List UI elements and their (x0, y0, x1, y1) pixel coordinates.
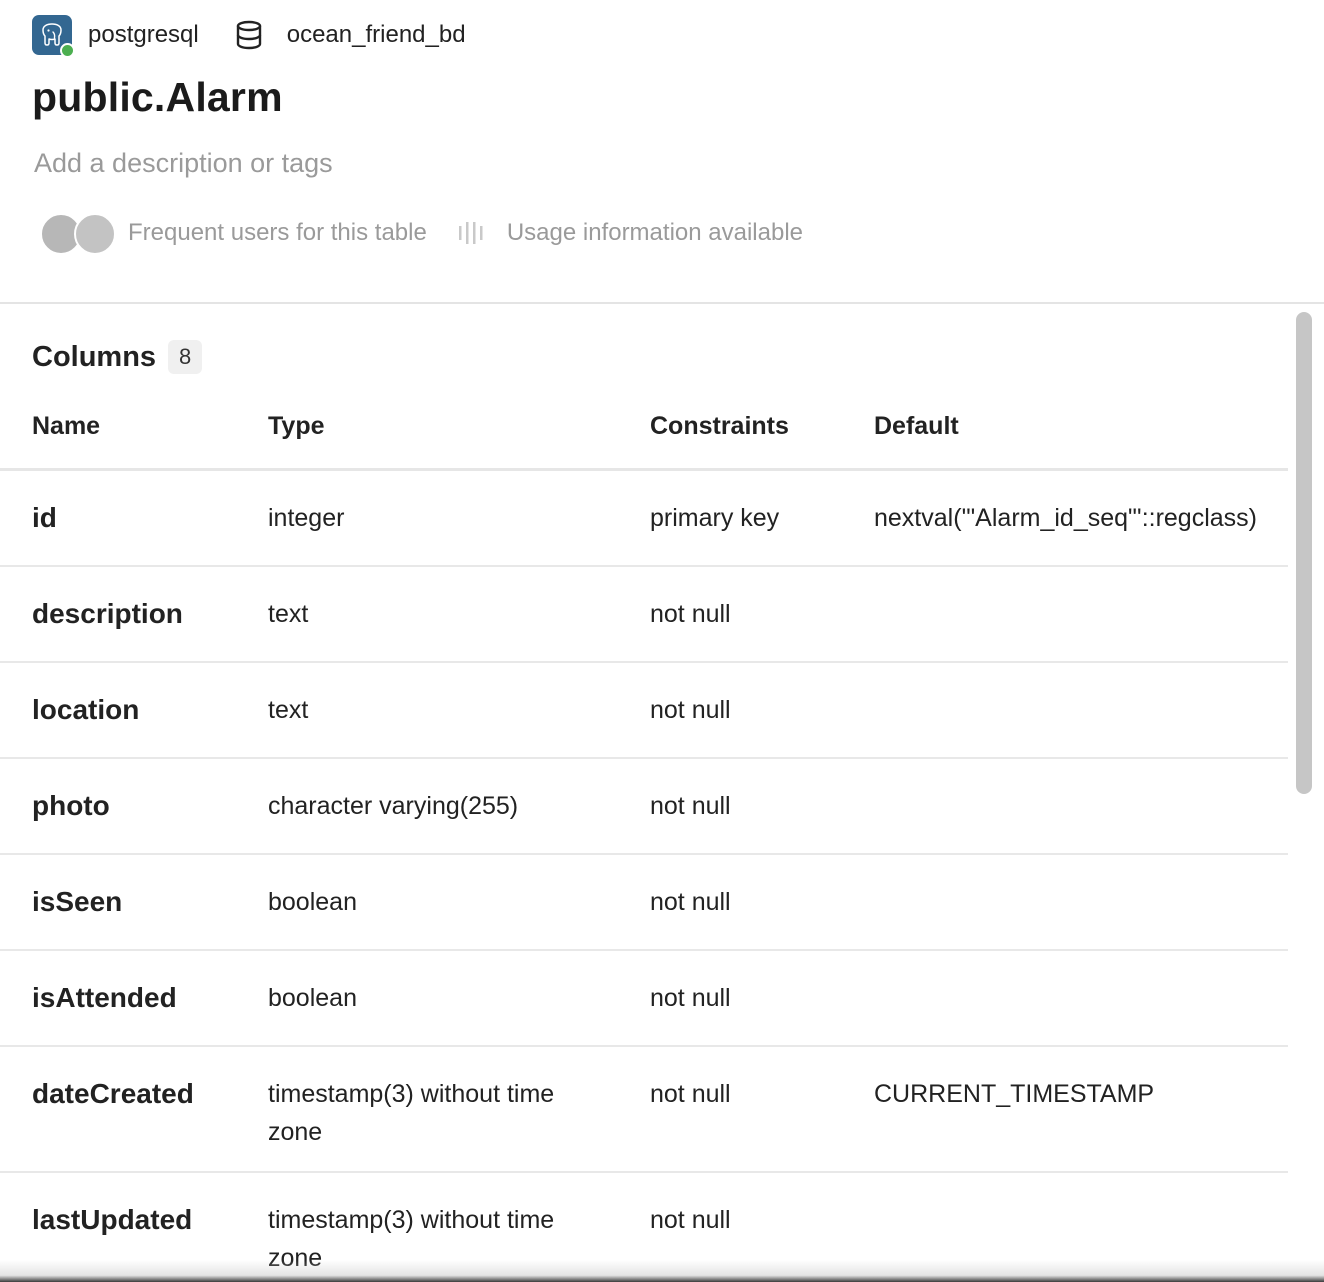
scrollbar[interactable] (1288, 306, 1324, 1282)
column-constraints: primary key (650, 504, 780, 532)
column-type: integer (268, 504, 345, 532)
table-header: Name Type Constraints Default (0, 394, 1288, 471)
database-cylinder-icon (235, 20, 265, 50)
table-row[interactable]: isSeen boolean not null (0, 855, 1288, 951)
table-row[interactable]: description text not null (0, 567, 1288, 663)
header-type[interactable]: Type (268, 412, 598, 441)
column-constraints: not null (650, 1080, 731, 1108)
table-row[interactable]: isAttended boolean not null (0, 951, 1288, 1047)
table-row[interactable]: location text not null (0, 663, 1288, 759)
columns-count-badge: 8 (168, 340, 203, 374)
column-constraints: not null (650, 888, 731, 916)
column-name: description (32, 598, 183, 629)
frequent-users-label[interactable]: Frequent users for this table (128, 219, 427, 247)
scrollbar-thumb[interactable] (1296, 312, 1312, 794)
columns-title: Columns (32, 340, 157, 373)
description-input[interactable]: Add a description or tags (34, 148, 333, 179)
usage-info-label[interactable]: Usage information available (507, 219, 803, 247)
columns-section-header: Columns 8 (32, 340, 203, 374)
postgresql-elephant-icon[interactable] (32, 15, 75, 58)
table-row[interactable]: id integer primary key nextval('"Alarm_i… (0, 471, 1288, 567)
column-name: location (32, 694, 140, 725)
breadcrumb: postgresql ocean_friend_bd (32, 14, 466, 58)
column-type: text (268, 696, 309, 724)
column-name: lastUpdated (32, 1204, 193, 1235)
column-name: isAttended (32, 982, 177, 1013)
columns-table: Name Type Constraints Default id integer… (0, 394, 1288, 1282)
engine-name[interactable]: postgresql (88, 21, 199, 49)
column-constraints: not null (650, 600, 731, 628)
column-type: text (268, 600, 309, 628)
column-type: boolean (268, 888, 357, 916)
column-default: nextval('"Alarm_id_seq"'::regclass) (874, 504, 1257, 532)
header-default[interactable]: Default (874, 412, 959, 441)
column-name: photo (32, 790, 110, 821)
column-constraints: not null (650, 696, 731, 724)
column-name: dateCreated (32, 1078, 194, 1109)
column-default: CURRENT_TIMESTAMP (874, 1080, 1155, 1108)
column-type: character varying(255) (268, 792, 519, 820)
column-name: id (32, 502, 57, 533)
frequent-users-avatars[interactable] (40, 213, 116, 255)
column-constraints: not null (650, 984, 731, 1012)
avatar (74, 213, 116, 255)
column-name: isSeen (32, 886, 123, 917)
column-type: timestamp(3) without time zone (268, 1080, 555, 1146)
bottom-edge-shadow (0, 1260, 1324, 1282)
table-row[interactable]: photo character varying(255) not null (0, 759, 1288, 855)
page-title: public.Alarm (32, 74, 283, 120)
connection-status-dot (60, 43, 75, 58)
header-name[interactable]: Name (32, 412, 100, 441)
database-name[interactable]: ocean_friend_bd (287, 21, 466, 49)
usage-bars-icon (457, 219, 489, 247)
section-divider (0, 302, 1324, 304)
header-constraints[interactable]: Constraints (650, 412, 789, 441)
column-type: boolean (268, 984, 357, 1012)
column-constraints: not null (650, 1206, 731, 1234)
table-row[interactable]: dateCreated timestamp(3) without time zo… (0, 1047, 1288, 1173)
table-details-page: postgresql ocean_friend_bd public.Alarm … (0, 0, 1324, 1282)
table-meta: Frequent users for this table Usage info… (40, 212, 803, 255)
column-constraints: not null (650, 792, 731, 820)
